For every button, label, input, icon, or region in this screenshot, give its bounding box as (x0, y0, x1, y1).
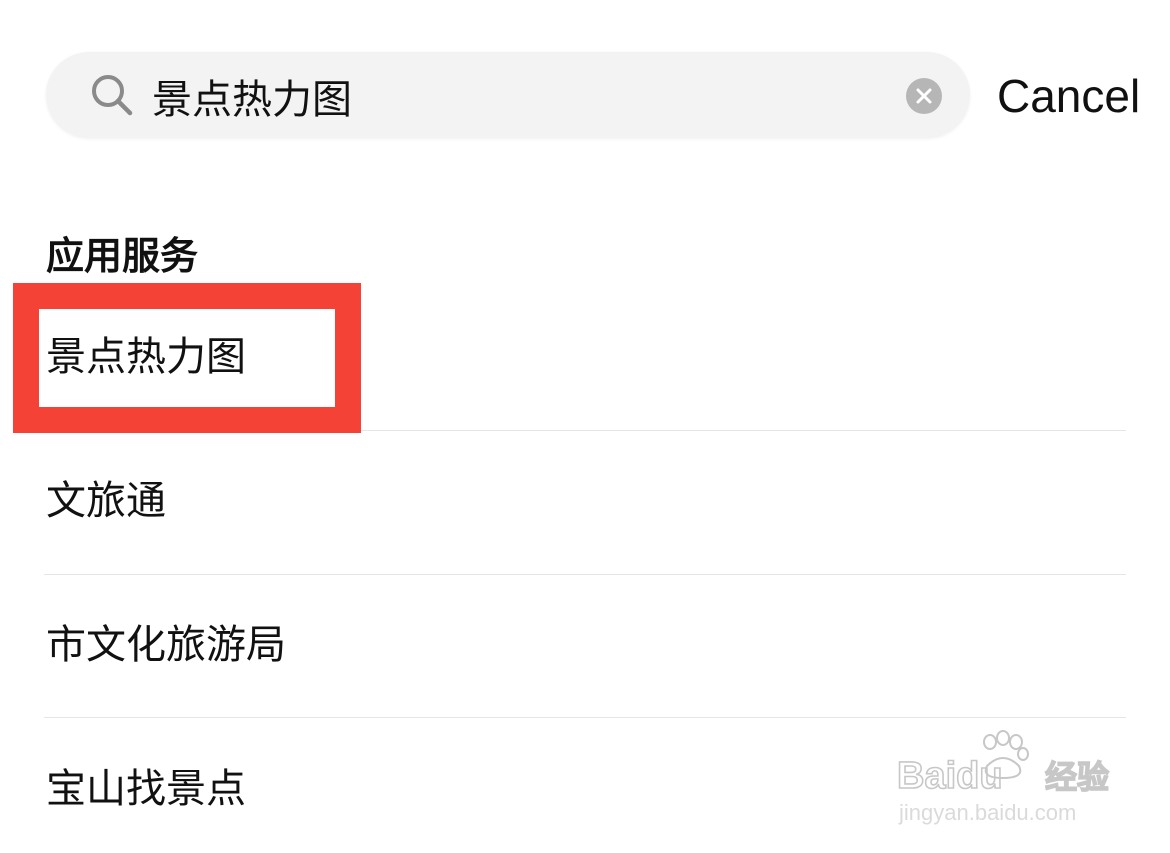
svg-text:jingyan.baidu.com: jingyan.baidu.com (898, 800, 1076, 825)
search-icon (92, 75, 133, 116)
cancel-button[interactable]: Cancel (997, 66, 1140, 126)
section-title: 应用服务 (46, 234, 199, 278)
divider (44, 717, 1126, 718)
highlight-annotation-box (13, 283, 361, 433)
divider (44, 574, 1126, 575)
svg-text:经验: 经验 (1045, 758, 1109, 796)
clear-search-button[interactable] (906, 78, 942, 114)
search-results-page: Cancel 应用服务 景点热力图 文旅通 市文化旅游局 宝山找景点 Baidu… (0, 0, 1170, 853)
baidu-jingyan-watermark: Baidu 经验 jingyan.baidu.com (896, 730, 1110, 825)
clear-icon (916, 88, 932, 104)
list-item[interactable]: 文旅通 (46, 471, 1126, 531)
search-input[interactable] (152, 66, 892, 126)
list-item[interactable]: 市文化旅游局 (46, 615, 1126, 675)
svg-text:Baidu: Baidu (897, 755, 1003, 797)
